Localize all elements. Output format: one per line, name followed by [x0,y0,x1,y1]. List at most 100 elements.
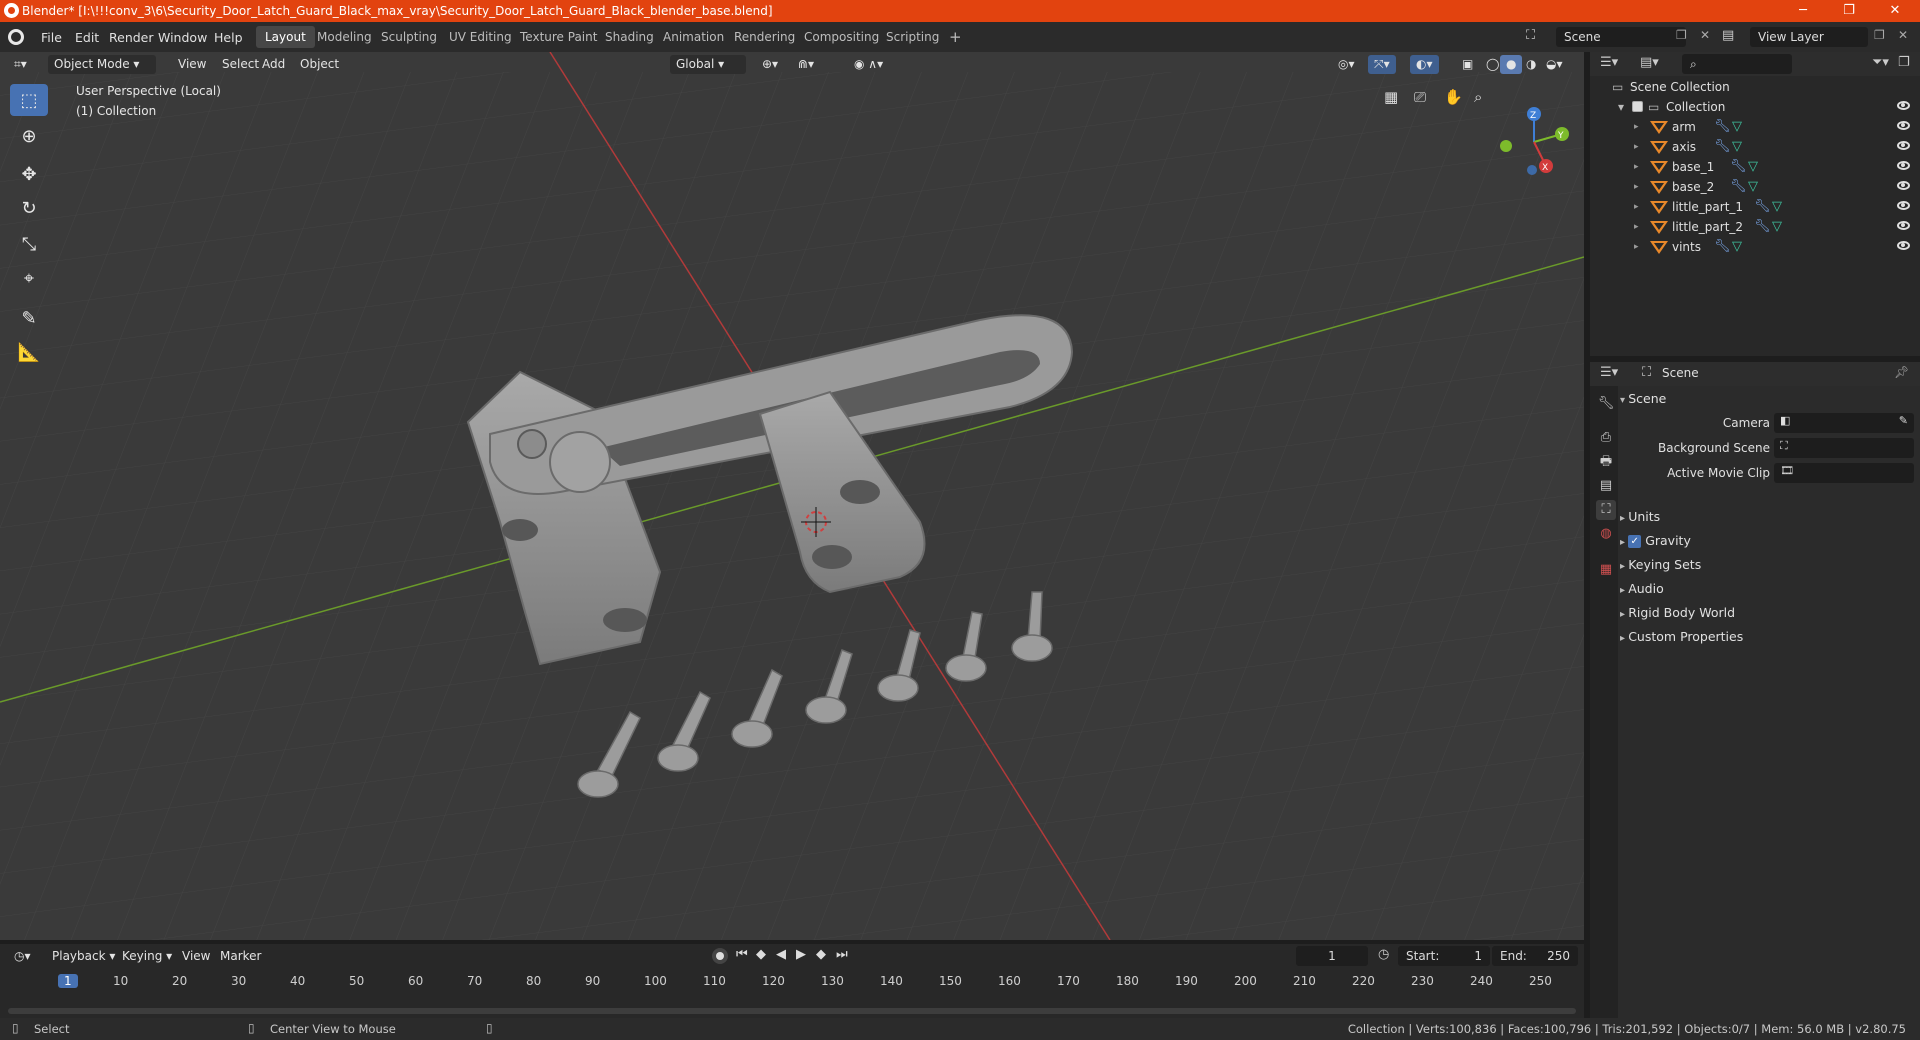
transform-tool-icon[interactable]: ⌖ [10,262,48,294]
visibility-eye-icon[interactable] [1897,201,1910,210]
expand-icon[interactable]: ▸ [1634,157,1639,177]
blender-menu-icon[interactable] [8,29,24,45]
expand-icon[interactable]: ▸ [1634,117,1639,137]
view-layer-tab-icon[interactable]: ▤ [1596,476,1616,496]
tab-modeling[interactable]: Modeling [308,26,381,48]
visibility-icon[interactable]: ◎▾ [1332,55,1361,74]
camera-field[interactable]: ◧ ✎ [1774,413,1914,433]
record-button[interactable] [712,948,728,964]
tab-shading[interactable]: Shading [596,26,663,48]
expand-icon[interactable]: ▾ [1618,97,1624,117]
modifier-wrench-icon[interactable]: 🔧︎ [1754,217,1771,237]
annotate-tool-icon[interactable]: ✎ [10,302,48,334]
menu-edit[interactable]: Edit [68,28,106,47]
minimize-button[interactable]: ─ [1780,0,1826,22]
scene-browse-icon[interactable]: ⛶ [1526,28,1546,46]
outliner-item[interactable]: ▸ base_2 🔧︎ ▽ [1590,177,1920,197]
new-scene-icon[interactable]: ❐ [1676,28,1687,42]
snap-icon[interactable]: ⋒▾ [792,55,820,74]
modifier-wrench-icon[interactable]: 🔧︎ [1754,197,1771,217]
add-workspace-button[interactable]: + [940,26,971,48]
tool-tab-icon[interactable]: 🔧︎ [1596,394,1616,414]
scale-tool-icon[interactable]: ⤡ [10,228,48,260]
delete-scene-icon[interactable]: ✕ [1700,28,1710,42]
mesh-data-icon[interactable]: ▽ [1772,197,1782,217]
camera-view-icon[interactable]: ⎚ [1414,88,1426,106]
texture-tab-icon[interactable]: ▦ [1596,560,1616,580]
menu-window[interactable]: Window [151,28,214,47]
keying-menu[interactable]: Keying ▾ [116,947,178,966]
gravity-panel[interactable]: ▸ ✓ Gravity [1620,530,1691,552]
outliner-item[interactable]: ▸ vints 🔧︎ ▽ [1590,237,1920,257]
menu-file[interactable]: File [34,28,69,47]
menu-add[interactable]: Add [256,55,291,74]
gravity-checkbox[interactable]: ✓ [1628,535,1642,548]
collection-checkbox[interactable] [1632,101,1643,112]
modifier-wrench-icon[interactable]: 🔧︎ [1730,177,1747,197]
editor-type-icon[interactable]: ⌗▾ [8,55,33,74]
outliner-item[interactable]: ▸ axis 🔧︎ ▽ [1590,137,1920,157]
close-button[interactable]: ✕ [1872,0,1918,22]
active-movie-clip-field[interactable]: 🎞︎ [1774,463,1914,483]
outliner-editor-icon[interactable]: ☰▾ [1600,55,1618,70]
end-frame-field[interactable]: End: 250 [1492,946,1578,966]
visibility-eye-icon[interactable] [1897,161,1910,170]
start-frame-field[interactable]: Start: 1 [1398,946,1490,966]
timeline-editor-icon[interactable]: ◷▾ [8,947,37,966]
current-frame-field[interactable]: 1 [1296,946,1368,966]
3d-viewport[interactable]: ⌗▾ Object Mode ▾ View Select Add Object … [0,52,1584,940]
tab-scripting[interactable]: Scripting [877,26,948,48]
menu-view[interactable]: View [172,55,212,74]
scene-name-field[interactable]: Scene [1556,27,1686,47]
eyedropper-icon[interactable]: ✎ [1899,414,1908,427]
modifier-wrench-icon[interactable]: 🔧︎ [1714,137,1731,157]
background-scene-field[interactable]: ⛶ [1774,438,1914,458]
select-box-tool-icon[interactable]: ⬚ [10,84,48,116]
mesh-data-icon[interactable]: ▽ [1732,117,1742,137]
playback-menu[interactable]: Playback ▾ [46,947,121,966]
view-layer-icon[interactable]: ▤ [1722,28,1734,43]
new-collection-icon[interactable]: ❐ [1898,55,1910,70]
jump-start-icon[interactable]: ⏮ [736,947,748,962]
units-panel[interactable]: ▸ Units [1620,506,1660,528]
pan-hand-icon[interactable]: ✋ [1444,88,1463,106]
custom-properties-panel[interactable]: ▸ Custom Properties [1620,626,1743,648]
jump-keyframe-forward-icon[interactable]: ◆ [816,947,826,962]
expand-icon[interactable]: ▸ [1634,217,1639,237]
modifier-wrench-icon[interactable]: 🔧︎ [1714,237,1731,257]
jump-end-icon[interactable]: ⏭ [836,947,848,962]
outliner-search-input[interactable]: ⌕ [1682,54,1792,74]
mode-dropdown[interactable]: Object Mode ▾ [48,55,156,74]
marker-menu[interactable]: Marker [214,947,267,966]
measure-tool-icon[interactable]: 📐 [10,336,48,368]
properties-editor-icon[interactable]: ☰▾ [1600,365,1618,380]
outliner-item[interactable]: ▸ arm 🔧︎ ▽ [1590,117,1920,137]
grid-view-icon[interactable]: ▦ [1384,88,1398,106]
mesh-data-icon[interactable]: ▽ [1772,217,1782,237]
filter-icon[interactable]: ⏷▾ [1872,55,1889,70]
render-tab-icon[interactable]: ⎙ [1596,428,1616,448]
rigid-body-world-panel[interactable]: ▸ Rigid Body World [1620,602,1735,624]
play-reverse-icon[interactable]: ◀ [776,947,786,962]
zoom-icon[interactable]: ⌕ [1474,88,1482,106]
transform-orientation-dropdown[interactable]: Global ▾ [670,55,746,74]
outliner-item[interactable]: ▸ base_1 🔧︎ ▽ [1590,157,1920,177]
visibility-eye-icon[interactable] [1897,101,1910,110]
visibility-eye-icon[interactable] [1897,181,1910,190]
visibility-eye-icon[interactable] [1897,221,1910,230]
timeline-view-menu[interactable]: View [176,947,216,966]
tab-layout[interactable]: Layout [256,26,315,48]
delete-view-layer-icon[interactable]: ✕ [1898,28,1908,42]
expand-icon[interactable]: ▸ [1634,237,1639,257]
tab-texture-paint[interactable]: Texture Paint [511,26,606,48]
outliner-item[interactable]: ▸ little_part_2 🔧︎ ▽ [1590,217,1920,237]
visibility-eye-icon[interactable] [1897,141,1910,150]
rendered-shading-icon[interactable]: ◒▾ [1540,55,1569,74]
expand-icon[interactable]: ▸ [1634,197,1639,217]
visibility-eye-icon[interactable] [1897,121,1910,130]
proportional-edit-icon[interactable]: ◉ ∧▾ [848,55,889,74]
cursor-tool-icon[interactable]: ⊕ [10,120,48,152]
expand-icon[interactable]: ▸ [1634,177,1639,197]
navigation-gizmo[interactable]: Z Y X [1490,92,1580,182]
tab-compositing[interactable]: Compositing [795,26,888,48]
